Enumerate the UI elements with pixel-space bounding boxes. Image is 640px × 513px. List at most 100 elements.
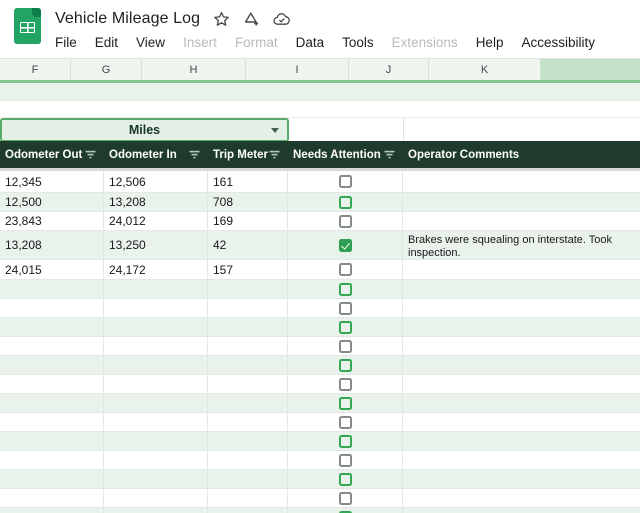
sheet-row-band-green[interactable] — [0, 83, 640, 101]
cell-needs-attention[interactable] — [288, 413, 403, 431]
cell-odometer-out[interactable] — [0, 451, 104, 469]
cell-operator-comments[interactable] — [403, 280, 640, 298]
needs-attention-checkbox[interactable] — [338, 472, 352, 486]
cell-odometer-in[interactable]: 24,012 — [104, 212, 208, 230]
cell-trip-meter[interactable] — [208, 356, 288, 374]
cell-needs-attention[interactable] — [288, 193, 403, 211]
cell-odometer-out[interactable] — [0, 280, 104, 298]
cell-odometer-out[interactable] — [0, 432, 104, 450]
document-status-saved-icon[interactable] — [273, 12, 291, 26]
cell-needs-attention[interactable] — [288, 356, 403, 374]
cell-odometer-in[interactable] — [104, 375, 208, 393]
cell-odometer-in[interactable] — [104, 470, 208, 488]
cell-odometer-in[interactable] — [104, 489, 208, 507]
cell-odometer-out[interactable]: 12,345 — [0, 171, 104, 192]
cell-needs-attention[interactable] — [288, 231, 403, 259]
table-header-operator-comments[interactable]: Operator Comments — [403, 141, 640, 168]
cell-trip-meter[interactable]: 42 — [208, 231, 288, 259]
cell-operator-comments[interactable] — [403, 394, 640, 412]
cell-trip-meter[interactable] — [208, 470, 288, 488]
menu-accessibility[interactable]: Accessibility — [512, 33, 604, 52]
cell-odometer-in[interactable] — [104, 432, 208, 450]
document-title[interactable]: Vehicle Mileage Log — [55, 10, 200, 28]
miles-dropdown[interactable]: Miles — [0, 118, 289, 142]
cell-odometer-out[interactable] — [0, 299, 104, 317]
cell-odometer-in[interactable] — [104, 508, 208, 513]
cell-operator-comments[interactable] — [403, 470, 640, 488]
cell-operator-comments[interactable] — [403, 451, 640, 469]
cell-odometer-out[interactable] — [0, 394, 104, 412]
cell-trip-meter[interactable] — [208, 280, 288, 298]
cell-needs-attention[interactable] — [288, 432, 403, 450]
column-header-k[interactable]: K — [429, 59, 541, 80]
cell-trip-meter[interactable] — [208, 337, 288, 355]
cell-needs-attention[interactable] — [288, 318, 403, 336]
cell-trip-meter[interactable] — [208, 489, 288, 507]
menu-help[interactable]: Help — [467, 33, 513, 52]
cell-trip-meter[interactable] — [208, 394, 288, 412]
cell-needs-attention[interactable] — [288, 280, 403, 298]
cell-needs-attention[interactable] — [288, 212, 403, 230]
cell-operator-comments[interactable] — [403, 356, 640, 374]
needs-attention-checkbox[interactable] — [338, 491, 352, 505]
menu-data[interactable]: Data — [287, 33, 334, 52]
cell-operator-comments[interactable] — [403, 413, 640, 431]
cell-odometer-in[interactable]: 13,208 — [104, 193, 208, 211]
cell-odometer-in[interactable] — [104, 356, 208, 374]
needs-attention-checkbox[interactable] — [338, 415, 352, 429]
cell-odometer-out[interactable] — [0, 375, 104, 393]
column-filter-icon[interactable] — [384, 150, 395, 159]
cell-needs-attention[interactable] — [288, 260, 403, 279]
sheets-logo-icon[interactable] — [14, 8, 41, 44]
table-header-odometer-in[interactable]: Odometer In — [104, 141, 208, 168]
cell-odometer-out[interactable] — [0, 489, 104, 507]
cell-needs-attention[interactable] — [288, 394, 403, 412]
column-header-f[interactable]: F — [0, 59, 71, 80]
cell-odometer-in[interactable]: 13,250 — [104, 231, 208, 259]
cell-odometer-out[interactable] — [0, 337, 104, 355]
cell-odometer-out[interactable] — [0, 413, 104, 431]
cell-trip-meter[interactable]: 708 — [208, 193, 288, 211]
cell-odometer-in[interactable] — [104, 299, 208, 317]
cell-odometer-in[interactable]: 24,172 — [104, 260, 208, 279]
cell-needs-attention[interactable] — [288, 508, 403, 513]
cell-odometer-in[interactable] — [104, 337, 208, 355]
cell-needs-attention[interactable] — [288, 337, 403, 355]
cell-odometer-in[interactable] — [104, 318, 208, 336]
cell-odometer-in[interactable] — [104, 394, 208, 412]
column-header-i[interactable]: I — [246, 59, 349, 80]
needs-attention-checkbox[interactable] — [338, 358, 352, 372]
menu-extensions[interactable]: Extensions — [383, 33, 467, 52]
needs-attention-checkbox[interactable] — [338, 453, 352, 467]
column-header-h[interactable]: H — [142, 59, 246, 80]
menu-tools[interactable]: Tools — [333, 33, 383, 52]
column-filter-icon[interactable] — [189, 150, 200, 159]
cell-odometer-out[interactable]: 12,500 — [0, 193, 104, 211]
needs-attention-checkbox[interactable] — [338, 263, 352, 276]
cell-odometer-out[interactable] — [0, 470, 104, 488]
cell-odometer-in[interactable] — [104, 413, 208, 431]
menu-edit[interactable]: Edit — [86, 33, 127, 52]
cell-odometer-out[interactable] — [0, 508, 104, 513]
table-header-trip-meter[interactable]: Trip Meter — [208, 141, 288, 168]
menu-insert[interactable]: Insert — [174, 33, 226, 52]
cell-operator-comments[interactable] — [403, 318, 640, 336]
cell-operator-comments[interactable] — [403, 337, 640, 355]
cell-needs-attention[interactable] — [288, 375, 403, 393]
column-filter-icon[interactable] — [269, 150, 280, 159]
cell-operator-comments[interactable] — [403, 489, 640, 507]
cell-odometer-out[interactable]: 24,015 — [0, 260, 104, 279]
cell-operator-comments[interactable] — [403, 299, 640, 317]
cell-odometer-out[interactable] — [0, 356, 104, 374]
cell-operator-comments[interactable] — [403, 171, 640, 192]
menu-view[interactable]: View — [127, 33, 174, 52]
column-header-g[interactable]: G — [71, 59, 142, 80]
menu-file[interactable]: File — [46, 33, 86, 52]
needs-attention-checkbox[interactable] — [338, 320, 352, 334]
cell-operator-comments[interactable]: Brakes were squealing on interstate. Too… — [403, 231, 640, 259]
cell-odometer-out[interactable]: 13,208 — [0, 231, 104, 259]
needs-attention-checkbox[interactable] — [338, 282, 352, 296]
cell-needs-attention[interactable] — [288, 470, 403, 488]
table-header-needs-attention[interactable]: Needs Attention — [288, 141, 403, 168]
cell-trip-meter[interactable] — [208, 451, 288, 469]
